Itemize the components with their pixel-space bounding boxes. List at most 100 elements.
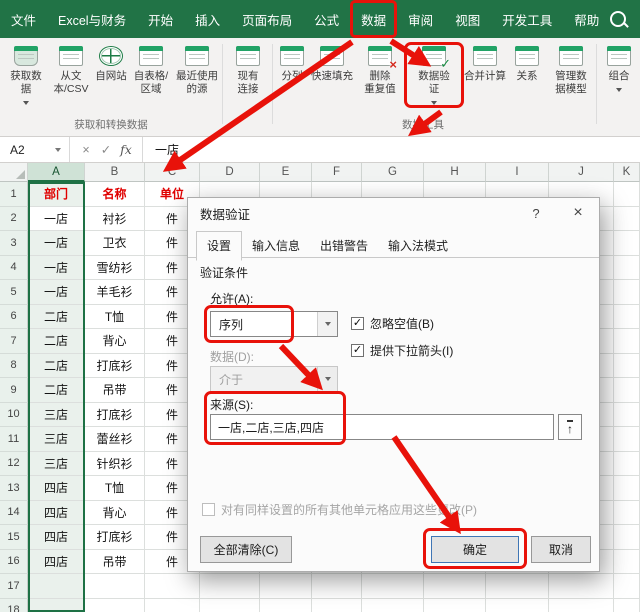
formula-input[interactable]: 一店 <box>143 137 179 162</box>
row-header[interactable]: 18 <box>0 599 28 612</box>
row-header[interactable]: 10 <box>0 403 28 428</box>
ribbon-button[interactable]: 自网站 <box>94 43 128 123</box>
cell[interactable]: 三店 <box>28 403 85 428</box>
cell[interactable] <box>85 574 145 599</box>
ribbon-button[interactable]: 获取数 据 <box>4 43 48 123</box>
cell[interactable] <box>260 599 312 612</box>
cell[interactable] <box>549 574 614 599</box>
row-header[interactable]: 12 <box>0 452 28 477</box>
chevron-down-icon[interactable] <box>317 312 337 336</box>
cell[interactable]: 二店 <box>28 329 85 354</box>
cell[interactable]: 四店 <box>28 525 85 550</box>
cell[interactable] <box>614 207 640 232</box>
row-header[interactable]: 17 <box>0 574 28 599</box>
ribbon-button[interactable]: 分列 <box>276 43 308 123</box>
source-input[interactable]: 一店,二店,三店,四店 <box>210 414 554 440</box>
cell[interactable]: 雪纺衫 <box>85 256 145 281</box>
row-header[interactable]: 8 <box>0 354 28 379</box>
cell[interactable] <box>312 599 362 612</box>
row-header[interactable]: 1 <box>0 182 28 207</box>
cell[interactable] <box>28 574 85 599</box>
row-header[interactable]: 7 <box>0 329 28 354</box>
cell[interactable]: 一店 <box>28 256 85 281</box>
column-header[interactable]: K <box>614 163 640 182</box>
cell[interactable] <box>614 525 640 550</box>
row-header[interactable]: 9 <box>0 378 28 403</box>
column-header[interactable]: G <box>362 163 424 182</box>
cell[interactable]: 四店 <box>28 476 85 501</box>
cell[interactable]: 卫衣 <box>85 231 145 256</box>
cell[interactable]: T恤 <box>85 476 145 501</box>
cancel-icon[interactable]: × <box>76 143 96 157</box>
cell[interactable]: 吊带 <box>85 378 145 403</box>
column-header[interactable]: I <box>486 163 549 182</box>
ribbon-button[interactable]: 组合 <box>600 43 638 123</box>
cell[interactable]: 部门 <box>28 182 85 207</box>
row-header[interactable]: 2 <box>0 207 28 232</box>
cell[interactable]: 四店 <box>28 550 85 575</box>
cell[interactable] <box>614 329 640 354</box>
collapse-dialog-button[interactable]: ↑ <box>558 414 582 440</box>
column-header[interactable]: A <box>28 163 85 182</box>
row-header[interactable]: 3 <box>0 231 28 256</box>
cell[interactable] <box>614 280 640 305</box>
cell[interactable]: T恤 <box>85 305 145 330</box>
dialog-tab[interactable]: 输入信息 <box>242 232 310 260</box>
cell[interactable] <box>28 599 85 612</box>
cell[interactable]: 针织衫 <box>85 452 145 477</box>
enter-icon[interactable]: ✓ <box>96 142 116 157</box>
ribbon-button[interactable]: 自表格/ 区域 <box>130 43 172 123</box>
cell[interactable] <box>614 378 640 403</box>
cell[interactable] <box>614 501 640 526</box>
ribbon-button[interactable]: 管理数 据模型 <box>546 43 596 123</box>
cell[interactable] <box>362 599 424 612</box>
ribbon-button[interactable]: 现有 连接 <box>226 43 270 123</box>
cell[interactable] <box>145 574 200 599</box>
cell[interactable] <box>486 599 549 612</box>
ribbon-tab[interactable]: 插入 <box>184 0 231 38</box>
column-header[interactable]: C <box>145 163 200 182</box>
cell[interactable]: 三店 <box>28 427 85 452</box>
row-header[interactable]: 4 <box>0 256 28 281</box>
cell[interactable] <box>424 599 486 612</box>
ribbon-tab[interactable]: 数据 <box>350 0 397 38</box>
cell[interactable] <box>145 599 200 612</box>
column-header[interactable]: H <box>424 163 486 182</box>
ribbon-button[interactable]: 快速填充 <box>310 43 354 123</box>
row-header[interactable]: 15 <box>0 525 28 550</box>
cell[interactable]: 蕾丝衫 <box>85 427 145 452</box>
cell[interactable]: 羊毛衫 <box>85 280 145 305</box>
clear-all-button[interactable]: 全部清除(C) <box>200 536 292 563</box>
cell[interactable]: 二店 <box>28 378 85 403</box>
cell[interactable]: 打底衫 <box>85 525 145 550</box>
select-all-corner[interactable] <box>0 163 28 182</box>
cell[interactable]: 名称 <box>85 182 145 207</box>
cell[interactable] <box>424 574 486 599</box>
cell[interactable]: 一店 <box>28 231 85 256</box>
cell[interactable]: 一店 <box>28 280 85 305</box>
cell[interactable] <box>614 476 640 501</box>
column-header[interactable]: D <box>200 163 260 182</box>
cell[interactable] <box>614 231 640 256</box>
ignore-blank-checkbox[interactable]: ✓ 忽略空值(B) <box>351 315 434 332</box>
cell[interactable]: 打底衫 <box>85 354 145 379</box>
cell[interactable] <box>614 403 640 428</box>
column-header[interactable]: B <box>85 163 145 182</box>
ribbon-tab[interactable]: 公式 <box>303 0 350 38</box>
ok-button[interactable]: 确定 <box>431 536 519 563</box>
cell[interactable]: 二店 <box>28 354 85 379</box>
dialog-tab[interactable]: 输入法模式 <box>378 232 458 260</box>
column-header[interactable]: J <box>549 163 614 182</box>
cell[interactable]: 三店 <box>28 452 85 477</box>
row-header[interactable]: 16 <box>0 550 28 575</box>
cell[interactable] <box>312 574 362 599</box>
ribbon-button[interactable]: 最近使用 的源 <box>174 43 220 123</box>
name-box[interactable]: A2 <box>0 137 70 162</box>
ribbon-tab[interactable]: 开发工具 <box>491 0 563 38</box>
cell[interactable] <box>549 599 614 612</box>
ribbon-button[interactable]: 合并计算 <box>462 43 508 123</box>
cell[interactable] <box>486 574 549 599</box>
row-header[interactable]: 11 <box>0 427 28 452</box>
in-cell-dropdown-checkbox[interactable]: ✓ 提供下拉箭头(I) <box>351 342 453 359</box>
cell[interactable] <box>85 599 145 612</box>
